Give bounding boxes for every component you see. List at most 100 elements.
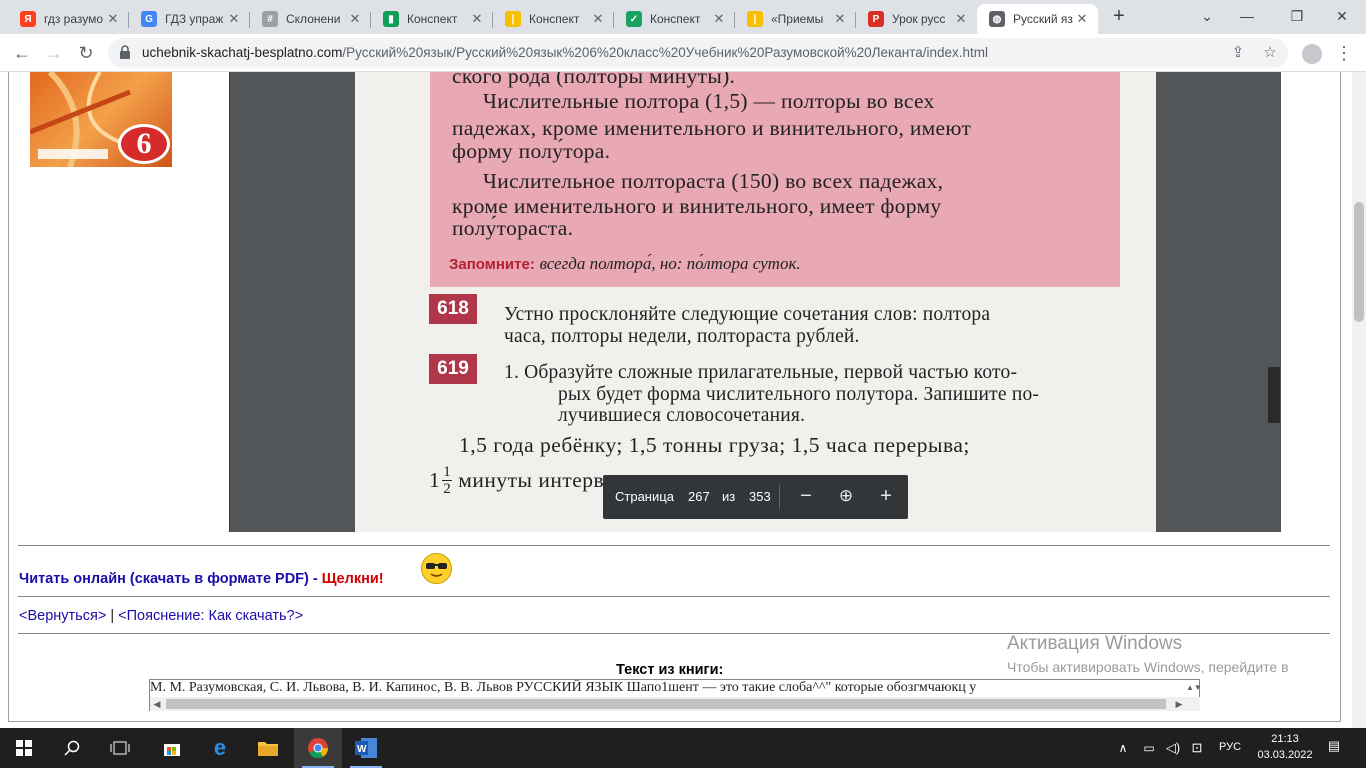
network-icon[interactable]: ⊡: [1186, 728, 1208, 768]
zoom-reset-icon[interactable]: ⊕: [834, 485, 858, 509]
pdf-scrollbar[interactable]: [1267, 72, 1281, 532]
url-text[interactable]: uchebnik-skachatj-besplatno.com/Русский%…: [142, 45, 988, 60]
scroll-right-icon[interactable]: ▶: [1172, 697, 1186, 711]
tray-chevron-icon[interactable]: ∧: [1112, 728, 1134, 768]
address-bar[interactable]: uchebnik-skachatj-besplatno.com/Русский%…: [108, 38, 1288, 68]
watermark-title: Активация Windows: [1007, 633, 1183, 654]
close-tab-icon[interactable]: ✕: [711, 11, 727, 27]
book-cover-image[interactable]: 6: [30, 72, 172, 167]
divider: [18, 545, 1330, 546]
of-label: из: [722, 489, 736, 504]
current-page[interactable]: 267: [688, 489, 710, 504]
remember-text: всегда полтора́, но: по́лтора суток.: [539, 254, 801, 273]
close-window-button[interactable]: ✕: [1328, 4, 1356, 28]
browser-tab[interactable]: ❘ Конспект ✕: [493, 4, 614, 34]
tab-search-icon[interactable]: ⌄: [1193, 4, 1221, 28]
divider: [18, 596, 1330, 597]
bookmark-star-icon[interactable]: ☆: [1260, 43, 1280, 63]
book-text[interactable]: М. М. Разумовская, С. И. Львова, В. И. К…: [150, 680, 1182, 696]
battery-icon[interactable]: ▭: [1138, 728, 1160, 768]
browser-tab[interactable]: G ГДЗ упраж ✕: [129, 4, 250, 34]
edge-icon[interactable]: e: [196, 728, 244, 768]
text-hscrollbar[interactable]: ◀ ▶: [150, 697, 1200, 711]
chrome-icon[interactable]: [294, 728, 342, 768]
zoom-in-icon[interactable]: +: [874, 485, 898, 509]
browser-tab[interactable]: # Склонени ✕: [250, 4, 371, 34]
browser-tab[interactable]: ▮ Конспект ✕: [371, 4, 493, 34]
task-view-icon[interactable]: [96, 728, 144, 768]
text-hscroll-thumb[interactable]: [166, 699, 1166, 709]
grade-badge: 6: [118, 124, 170, 164]
close-tab-icon[interactable]: ✕: [226, 11, 242, 27]
watermark-subtitle: Чтобы активировать Windows, перейдите в: [1007, 659, 1289, 675]
remember-label: Запомните:: [449, 256, 535, 273]
exercise-619-task: 1,5 года ребёнку; 1,5 тонны груза; 1,5 ч…: [459, 433, 970, 457]
word-icon[interactable]: W: [342, 728, 390, 768]
tab-title: Урок русс: [892, 12, 946, 26]
help-link[interactable]: <Пояснение: Как скачать?>: [118, 608, 303, 624]
browser-tab[interactable]: ❘ «Приемы ✕: [735, 4, 856, 34]
scroll-up-down-icon[interactable]: ▲▼: [1186, 680, 1202, 696]
presentation-icon: P: [868, 11, 884, 27]
clock[interactable]: 21:13 03.03.2022: [1255, 731, 1315, 763]
volume-icon[interactable]: ◁): [1162, 728, 1184, 768]
forward-arrow-icon[interactable]: →: [40, 39, 68, 67]
rule-line: падежах, кроме именительного и винительн…: [452, 116, 972, 140]
page-scrollbar[interactable]: [1352, 72, 1366, 728]
sheets-icon: ▮: [383, 11, 399, 27]
tab-title: ГДЗ упраж: [165, 12, 224, 26]
back-link[interactable]: <Вернуться>: [19, 608, 106, 624]
pdf-viewer[interactable]: ского рода (полторы минуты). Числительны…: [229, 72, 1281, 532]
scroll-left-icon[interactable]: ◀: [150, 697, 164, 711]
search-icon[interactable]: [48, 728, 96, 768]
close-tab-icon[interactable]: ✕: [1074, 11, 1090, 27]
read-online-text: Читать онлайн (скачать в формате PDF) -: [19, 571, 322, 587]
url-domain: uchebnik-skachatj-besplatno.com: [142, 45, 343, 60]
menu-kebab-icon[interactable]: ⋮: [1330, 39, 1358, 67]
read-online-link[interactable]: Читать онлайн (скачать в формате PDF) - …: [19, 571, 384, 587]
browser-tab[interactable]: ◍ Русский яз ✕: [977, 4, 1098, 34]
remember-note: Запомните: всегда полтора́, но: по́лтора…: [449, 254, 801, 274]
fraction-numerator: 1: [442, 464, 453, 481]
exercise-619-number: 619: [429, 354, 477, 384]
fraction-denominator: 2: [443, 481, 452, 497]
windows-start-icon[interactable]: [0, 728, 48, 768]
browser-tab[interactable]: Ягдз разумо ✕: [8, 4, 129, 34]
profile-avatar-icon[interactable]: [1298, 39, 1326, 67]
close-tab-icon[interactable]: ✕: [469, 11, 485, 27]
zoom-out-icon[interactable]: −: [794, 485, 818, 509]
browser-tab[interactable]: ✓ Конспект ✕: [614, 4, 735, 34]
notification-icon[interactable]: ▤: [1326, 738, 1342, 754]
restore-button[interactable]: ❐: [1283, 4, 1311, 28]
store-icon[interactable]: [148, 728, 196, 768]
close-tab-icon[interactable]: ✕: [347, 11, 363, 27]
book-text-area[interactable]: М. М. Разумовская, С. И. Львова, В. И. К…: [149, 679, 1202, 711]
total-pages: 353: [749, 489, 771, 504]
close-tab-icon[interactable]: ✕: [953, 11, 969, 27]
pdf-scroll-thumb[interactable]: [1268, 367, 1280, 423]
back-arrow-icon[interactable]: ←: [8, 39, 36, 67]
close-tab-icon[interactable]: ✕: [590, 11, 606, 27]
new-tab-button[interactable]: +: [1108, 6, 1130, 28]
nav-links: <Вернуться> | <Пояснение: Как скачать?>: [19, 608, 303, 624]
exercise-618-number: 618: [429, 294, 477, 324]
reload-icon[interactable]: ↻: [72, 39, 100, 67]
exercise-618-line: часа, полторы недели, полтораста рублей.: [504, 326, 860, 347]
share-icon[interactable]: ⇪: [1228, 43, 1248, 63]
rule-line: ского рода (полторы минуты).: [452, 72, 736, 88]
google-icon: G: [141, 11, 157, 27]
rule-line: форму полу́тора.: [452, 139, 611, 163]
exercise-619-line: 1. Образуйте сложные прилагательные, пер…: [504, 362, 1018, 383]
lock-icon[interactable]: [120, 45, 130, 59]
minimize-button[interactable]: —: [1233, 4, 1261, 28]
tab-title: Конспект: [650, 12, 701, 26]
exercise-618-line: Устно просклоняйте следующие сочетания с…: [504, 304, 991, 325]
page-scroll-thumb[interactable]: [1354, 202, 1364, 322]
browser-tab[interactable]: P Урок русс ✕: [856, 4, 977, 34]
close-tab-icon[interactable]: ✕: [105, 11, 121, 27]
sunglasses-smiley-icon: [421, 553, 452, 584]
language-indicator[interactable]: РУС: [1219, 741, 1241, 753]
file-explorer-icon[interactable]: [244, 728, 292, 768]
close-tab-icon[interactable]: ✕: [832, 11, 848, 27]
time: 21:13: [1271, 733, 1299, 745]
